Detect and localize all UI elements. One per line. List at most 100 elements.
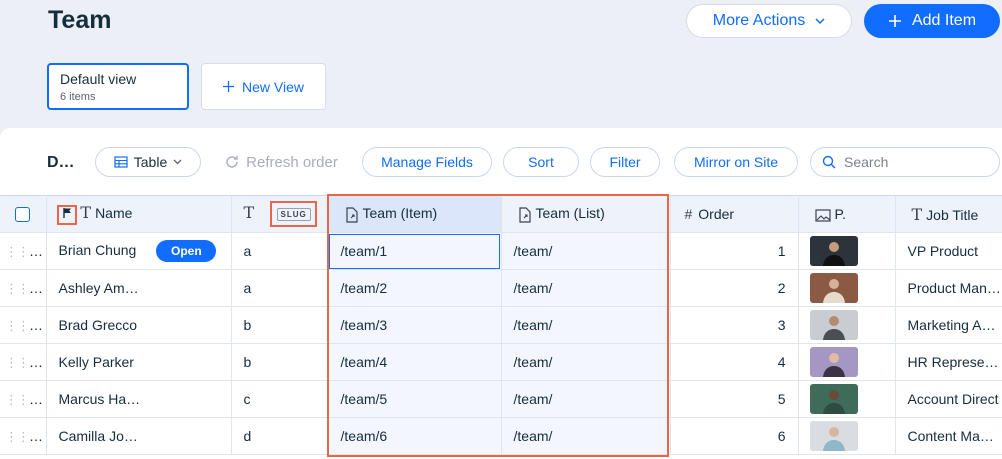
photo-cell[interactable]: [798, 417, 896, 455]
drag-handle-icon[interactable]: ⋮⋮: [5, 391, 43, 407]
name-cell[interactable]: Brian Chung Open: [46, 232, 232, 270]
slug-cell[interactable]: c: [231, 380, 329, 418]
column-header-slug[interactable]: T SLUG: [231, 195, 329, 233]
row-handle-cell[interactable]: ⋮⋮ 1: [0, 232, 47, 270]
job-title-cell[interactable]: HR Representa: [895, 343, 1002, 381]
slug-cell[interactable]: a: [231, 232, 329, 270]
column-header-order[interactable]: # Order: [670, 195, 799, 233]
name-cell[interactable]: Kelly Parker: [46, 343, 232, 381]
order-cell[interactable]: 4: [670, 343, 799, 381]
team-item-cell[interactable]: /team/5: [328, 380, 502, 418]
slug-cell[interactable]: d: [231, 417, 329, 455]
drag-handle-icon[interactable]: ⋮⋮: [5, 428, 43, 444]
page-link-icon: [345, 207, 358, 223]
slug-cell[interactable]: b: [231, 306, 329, 344]
photo-cell[interactable]: [798, 269, 896, 307]
team-item-cell[interactable]: /team/2: [328, 269, 502, 307]
table-row[interactable]: ⋮⋮ 5 Marcus Ha… c /team/5 /team/ 5 Accou…: [0, 380, 1002, 418]
person-photo: [809, 236, 858, 266]
search-box[interactable]: [810, 147, 1000, 177]
column-name-label: Name: [95, 205, 133, 222]
job-title-value: Account Direct: [907, 391, 999, 407]
order-cell[interactable]: 3: [670, 306, 799, 344]
team-list-cell[interactable]: /team/: [501, 232, 671, 270]
name-cell[interactable]: Ashley Am…: [46, 269, 232, 307]
slug-cell[interactable]: a: [231, 269, 329, 307]
row-handle-cell[interactable]: ⋮⋮ 2: [0, 269, 47, 307]
team-item-cell[interactable]: /team/4: [328, 343, 502, 381]
number-field-icon: #: [684, 206, 693, 222]
slug-value: b: [243, 317, 252, 333]
photo-cell[interactable]: [798, 306, 896, 344]
column-header-job-title[interactable]: T Job Title: [895, 195, 1002, 233]
order-value: 5: [777, 391, 786, 407]
select-all-checkbox[interactable]: [15, 207, 30, 223]
order-cell[interactable]: 5: [670, 380, 799, 418]
team-list-cell[interactable]: /team/: [501, 343, 671, 381]
order-cell[interactable]: 6: [670, 417, 799, 455]
column-header-team-list[interactable]: Team (List): [501, 195, 671, 233]
team-list-cell[interactable]: /team/: [501, 380, 671, 418]
column-team-item-label: Team (Item): [362, 205, 438, 222]
person-photo: [809, 310, 858, 340]
team-list-cell[interactable]: /team/: [501, 306, 671, 344]
more-actions-button[interactable]: More Actions: [686, 4, 852, 38]
photo-cell[interactable]: [798, 232, 896, 270]
mirror-on-site-button[interactable]: Mirror on Site: [674, 147, 798, 177]
team-list-value: /team/: [513, 317, 553, 333]
new-view-button[interactable]: New View: [201, 63, 326, 110]
team-item-cell[interactable]: /team/1: [328, 232, 502, 270]
team-item-cell[interactable]: /team/3: [328, 306, 502, 344]
open-item-button[interactable]: Open: [156, 240, 217, 262]
column-header-name[interactable]: T Name: [46, 195, 232, 233]
name-cell[interactable]: Camilla Jo…: [46, 417, 232, 455]
name-cell[interactable]: Brad Grecco: [46, 306, 232, 344]
job-title-value: Content Manag: [907, 428, 1002, 444]
team-list-cell[interactable]: /team/: [501, 417, 671, 455]
filter-label: Filter: [609, 154, 641, 170]
photo-cell[interactable]: [798, 380, 896, 418]
drag-handle-icon[interactable]: ⋮⋮: [5, 243, 43, 259]
refresh-order-button[interactable]: Refresh order: [214, 147, 348, 177]
team-item-value: /team/6: [340, 428, 388, 444]
row-handle-cell[interactable]: ⋮⋮ 5: [0, 380, 47, 418]
view-tab-default[interactable]: Default view 6 items: [47, 63, 189, 110]
table-row[interactable]: ⋮⋮ 1 Brian ChungOpen a /team/1 /team/ 1 …: [0, 232, 1002, 270]
row-handle-cell[interactable]: ⋮⋮ 3: [0, 306, 47, 344]
job-title-cell[interactable]: Marketing Asso: [895, 306, 1002, 344]
search-input[interactable]: [844, 154, 984, 170]
name-value: Kelly Parker: [58, 354, 134, 370]
search-icon: [822, 155, 836, 169]
sort-button[interactable]: Sort: [503, 147, 579, 177]
order-cell[interactable]: 2: [670, 269, 799, 307]
team-item-cell[interactable]: /team/6: [328, 417, 502, 455]
items-table: T Name T SLUG Team (Item) Team (List) # Ord…: [0, 195, 1002, 455]
table-row[interactable]: ⋮⋮ 6 Camilla Jo… d /team/6 /team/ 6 Cont…: [0, 417, 1002, 455]
table-row[interactable]: ⋮⋮ 2 Ashley Am… a /team/2 /team/ 2 Produ…: [0, 269, 1002, 307]
slug-cell[interactable]: b: [231, 343, 329, 381]
name-cell[interactable]: Marcus Ha…: [46, 380, 232, 418]
layout-select[interactable]: Table: [95, 147, 201, 177]
drag-handle-icon[interactable]: ⋮⋮: [5, 280, 43, 296]
job-title-cell[interactable]: Product Manag: [895, 269, 1002, 307]
row-handle-cell[interactable]: ⋮⋮ 6: [0, 417, 47, 455]
add-item-button[interactable]: Add Item: [864, 4, 1000, 38]
team-list-cell[interactable]: /team/: [501, 269, 671, 307]
order-cell[interactable]: 1: [670, 232, 799, 270]
drag-handle-icon[interactable]: ⋮⋮: [5, 354, 43, 370]
job-title-cell[interactable]: Account Direct: [895, 380, 1002, 418]
job-title-cell[interactable]: VP Product: [895, 232, 1002, 270]
person-photo: [809, 273, 858, 303]
row-handle-cell[interactable]: ⋮⋮ 4: [0, 343, 47, 381]
table-row[interactable]: ⋮⋮ 4 Kelly Parker b /team/4 /team/ 4 HR …: [0, 343, 1002, 381]
filter-button[interactable]: Filter: [590, 147, 660, 177]
view-item-count: 6 items: [60, 91, 96, 103]
job-title-cell[interactable]: Content Manag: [895, 417, 1002, 455]
column-header-photo[interactable]: P.: [798, 195, 896, 233]
drag-handle-icon[interactable]: ⋮⋮: [5, 317, 43, 333]
manage-fields-button[interactable]: Manage Fields: [362, 147, 492, 177]
photo-cell[interactable]: [798, 343, 896, 381]
column-header-team-item[interactable]: Team (Item): [328, 195, 502, 233]
primary-field-flag[interactable]: [56, 204, 77, 225]
table-row[interactable]: ⋮⋮ 3 Brad Grecco b /team/3 /team/ 3 Mark…: [0, 306, 1002, 344]
